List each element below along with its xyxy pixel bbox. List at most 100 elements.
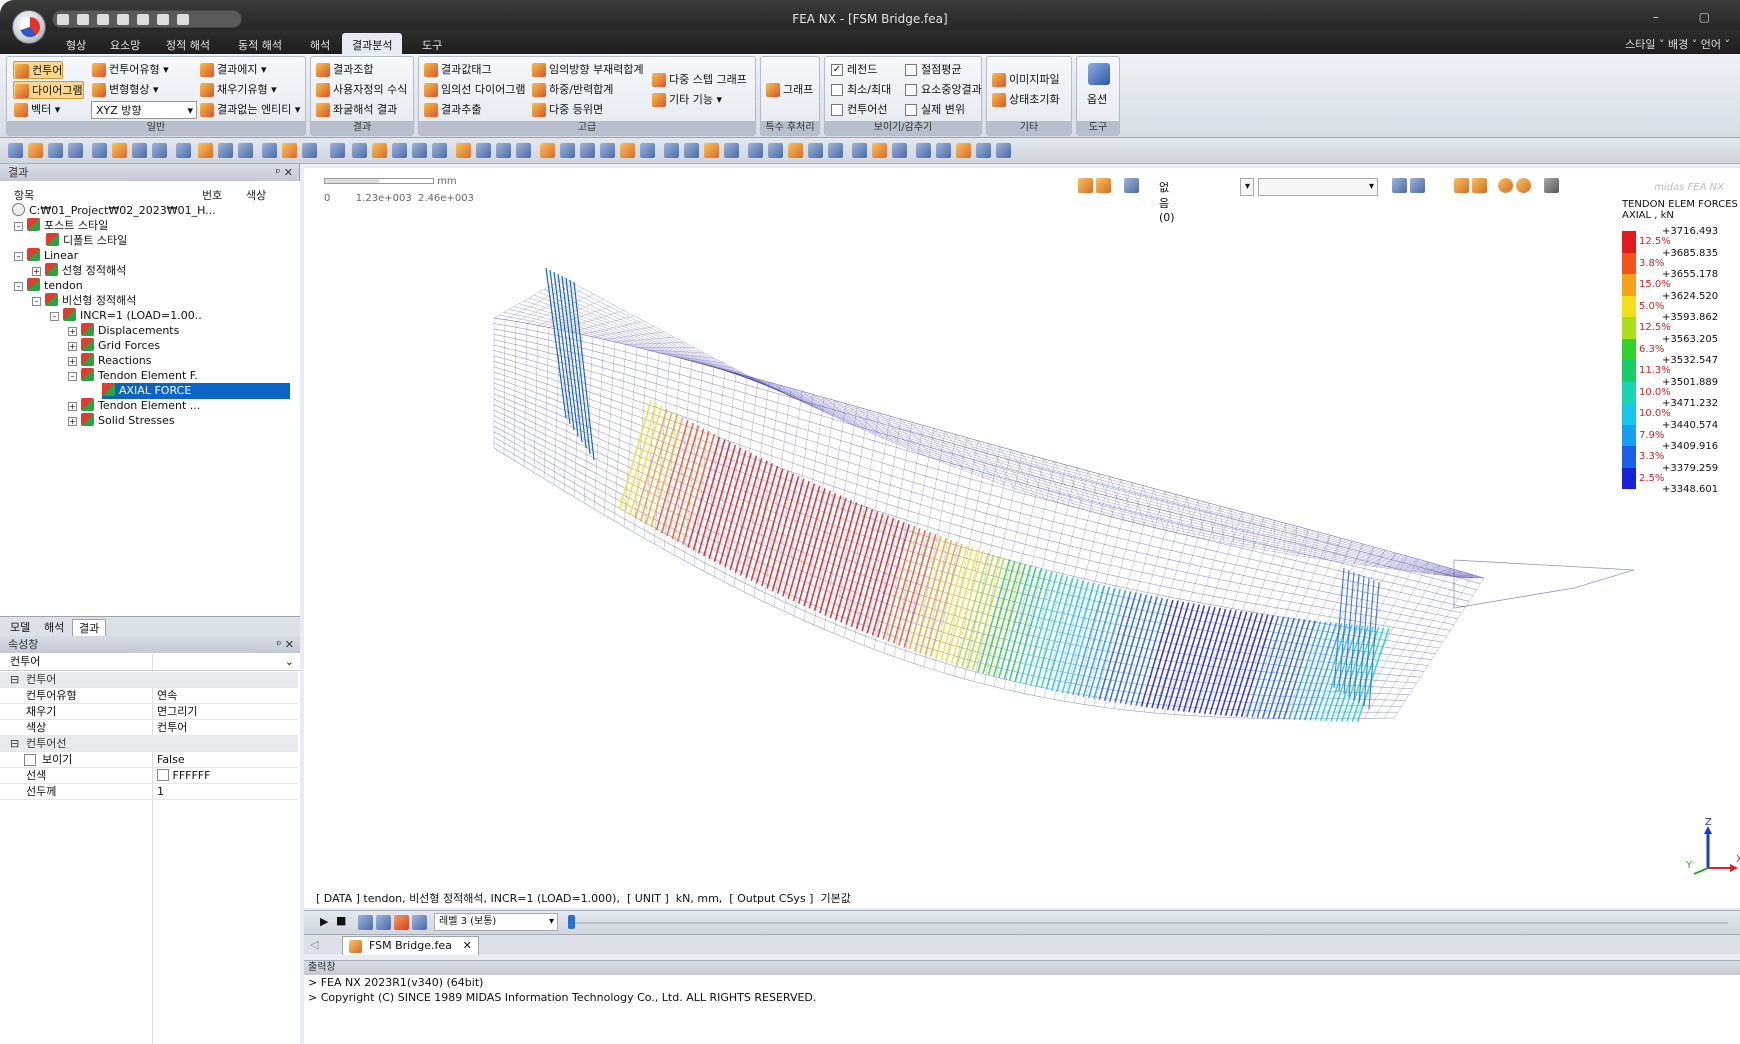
arbitrary-diagram-button[interactable]: 임의선 다이어그램 (423, 81, 525, 99)
toolbar-tool-icon[interactable] (28, 143, 43, 158)
contour-type-button[interactable]: 컨투어유형 ▾ (91, 61, 169, 79)
result-edge-button[interactable]: 결과에지 ▾ (199, 61, 267, 79)
load-sum-button[interactable]: 하중/반력합계 (531, 81, 613, 99)
toolbar-tool-icon[interactable] (412, 143, 427, 158)
tab-result-panel[interactable]: 결과 (72, 619, 107, 636)
toolbar-tool-icon[interactable] (996, 143, 1011, 158)
contour-button[interactable]: 컨투어 (13, 61, 64, 79)
tab-results[interactable]: 결과분석 (342, 33, 403, 54)
toolbar-tool-icon[interactable] (302, 143, 317, 158)
tab-model[interactable]: 모델 (4, 619, 36, 636)
tab-static[interactable]: 정적 해석 (156, 33, 220, 54)
tab-geometry[interactable]: 형상 (56, 33, 96, 54)
frame-slider[interactable] (568, 922, 1728, 924)
prop-category-contour[interactable]: ⊟ 컨투어 (0, 672, 298, 688)
toolbar-tool-icon[interactable] (48, 143, 63, 158)
toolbar-tool-icon[interactable] (352, 143, 367, 158)
diagram-button[interactable]: 다이어그램 (13, 81, 84, 99)
user-formula-button[interactable]: 사용자정의 수식 (315, 81, 407, 99)
tab-scroll-left-icon[interactable]: ◁ (310, 938, 318, 951)
tab-analysis[interactable]: 해석 (300, 33, 340, 54)
contour-line-checkbox[interactable]: 컨투어선 (829, 101, 887, 119)
element-center-checkbox[interactable]: 요소중앙결과 (903, 81, 982, 99)
window-controls[interactable]: – ▢ (1653, 10, 1728, 24)
tree-node-axial-force[interactable]: AXIAL FORCE (102, 383, 290, 399)
toolbar-tool-icon[interactable] (8, 143, 23, 158)
close-icon[interactable]: ᵖ ✕ (276, 164, 293, 181)
tree-node-tendon-element-forces[interactable]: – Tendon Element F. (68, 368, 198, 384)
play-icon[interactable]: ▶ (320, 915, 328, 928)
buckling-button[interactable]: 좌굴해석 결과 (315, 101, 397, 119)
toolbar-tool-icon[interactable] (600, 143, 615, 158)
extract-button[interactable]: 결과추출 (423, 101, 481, 119)
tree-node-displacements[interactable]: + Displacements (68, 323, 179, 339)
toolbar-tool-icon[interactable] (620, 143, 635, 158)
stop-icon[interactable]: ■ (336, 914, 346, 927)
toolbar-tool-icon[interactable] (496, 143, 511, 158)
tab-mesh[interactable]: 요소망 (100, 33, 150, 54)
image-file-button[interactable]: 이미지파일 (991, 71, 1060, 89)
property-dropdown[interactable]: 컨투어 ⌄ (0, 653, 300, 671)
fill-type-button[interactable]: 채우기유형 ▾ (199, 81, 277, 99)
tree-node-nonlinear-static[interactable]: – 비선형 정적해석 (32, 293, 136, 309)
toolbar-tool-icon[interactable] (456, 143, 471, 158)
toolbar-tool-icon[interactable] (580, 143, 595, 158)
tree-node-default-style[interactable]: 디폴트 스타일 (46, 233, 127, 249)
tree-node-incr[interactable]: – INCR=1 (LOAD=1.00.. (50, 308, 202, 324)
toolbar-tool-icon[interactable] (238, 143, 253, 158)
toolbar-tool-icon[interactable] (262, 143, 277, 158)
toolbar-tool-icon[interactable] (956, 143, 971, 158)
other-functions-button[interactable]: 기타 기능 ▾ (651, 91, 722, 109)
minmax-checkbox[interactable]: 최소/최대 (829, 81, 891, 99)
toolbar-tool-icon[interactable] (748, 143, 763, 158)
model-viewport[interactable]: mm 0 1.23e+003 2.46e+003 없음 (0) ▾ ▾ mida… (304, 168, 1740, 908)
toolbar-tool-icon[interactable] (92, 143, 107, 158)
toolbar-tool-icon[interactable] (372, 143, 387, 158)
toolbar-tool-icon[interactable] (852, 143, 867, 158)
download-icon[interactable] (412, 915, 427, 930)
tree-node-tendon-element-2[interactable]: + Tendon Element ... (68, 398, 200, 414)
level-select[interactable]: 레벨 3 (보통) ▾ (434, 913, 558, 931)
prop-line-color[interactable]: 선색 FFFFFF (0, 768, 298, 784)
tab-tools[interactable]: 도구 (412, 33, 452, 54)
graph-button[interactable]: 그래프 (765, 81, 813, 99)
step-icon[interactable] (394, 915, 409, 930)
style-menu[interactable]: 스타일 ˅ 배경 ˅ 언어 ˅ (1625, 36, 1730, 52)
tree-node-grid-forces[interactable]: + Grid Forces (68, 338, 160, 354)
tree-node-solid-stresses[interactable]: + Solid Stresses (68, 413, 175, 429)
tab-dynamic[interactable]: 동적 해석 (228, 33, 292, 54)
node-average-checkbox[interactable]: 절점평균 (903, 61, 961, 79)
toolbar-tool-icon[interactable] (704, 143, 719, 158)
reset-state-button[interactable]: 상태초기화 (991, 91, 1060, 109)
prop-color[interactable]: 색상 컨투어 (0, 720, 298, 736)
combine-button[interactable]: 결과조합 (315, 61, 373, 79)
toolbar-tool-icon[interactable] (788, 143, 803, 158)
toolbar-tool-icon[interactable] (132, 143, 147, 158)
tree-node-file[interactable]: C:₩01_Project₩02_2023₩01_H... (12, 203, 216, 219)
doc-tab-fsm-bridge[interactable]: FSM Bridge.fea ✕ (342, 936, 479, 955)
close-tab-icon[interactable]: ✕ (463, 937, 472, 955)
multi-step-graph-button[interactable]: 다중 스텝 그래프 (651, 71, 747, 89)
toolbar-tool-icon[interactable] (664, 143, 679, 158)
prop-contour-type[interactable]: 컨투어유형 연속 (0, 688, 298, 704)
no-result-entity-button[interactable]: 결과없는 엔티티 ▾ (199, 101, 300, 119)
frame-slider-thumb[interactable] (568, 915, 575, 929)
tab-analysis-panel[interactable]: 해석 (38, 619, 70, 636)
toolbar-tool-icon[interactable] (828, 143, 843, 158)
toolbar-tool-icon[interactable] (684, 143, 699, 158)
toolbar-tool-icon[interactable] (640, 143, 655, 158)
legend-checkbox[interactable]: ✓ 레전드 (829, 61, 877, 79)
toolbar-tool-icon[interactable] (392, 143, 407, 158)
toolbar-tool-icon[interactable] (198, 143, 213, 158)
toolbar-tool-icon[interactable] (112, 143, 127, 158)
toolbar-tool-icon[interactable] (218, 143, 233, 158)
arbitrary-direction-button[interactable]: 임의방향 부재력합계 (531, 61, 644, 79)
toolbar-tool-icon[interactable] (768, 143, 783, 158)
app-menu-button[interactable] (12, 10, 46, 44)
toolbar-tool-icon[interactable] (936, 143, 951, 158)
real-displacement-checkbox[interactable]: 실제 변위 (903, 101, 965, 119)
toolbar-tool-icon[interactable] (724, 143, 739, 158)
tree-node-tendon[interactable]: – tendon (14, 278, 83, 294)
toolbar-tool-icon[interactable] (516, 143, 531, 158)
toolbar-tool-icon[interactable] (330, 143, 345, 158)
